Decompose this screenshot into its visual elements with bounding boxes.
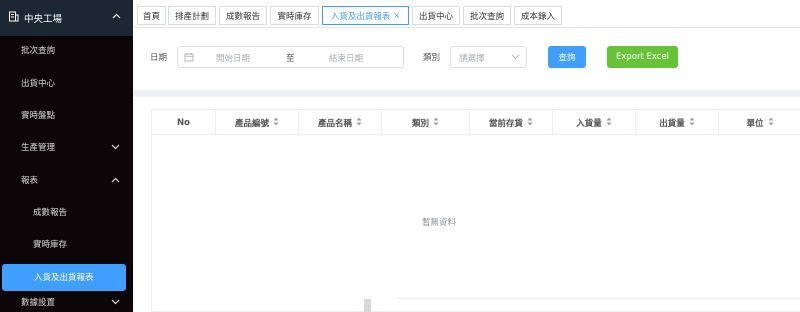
sidebar-item-label: 數據設置 xyxy=(21,298,56,308)
report-table: No 產品編號 產品名稱 類別 當前存貨 入貨量 出貨量 單位 暫無資料 xyxy=(151,109,800,312)
sidebar-item-label: 報表 xyxy=(21,176,39,186)
chevron-up-icon xyxy=(111,177,120,183)
category-placeholder: 請選擇 xyxy=(459,54,485,64)
start-date-input[interactable]: 開始日期 xyxy=(216,52,250,64)
tab-yield-report[interactable]: 成數報告 xyxy=(219,6,267,25)
category-select[interactable]: 請選擇 xyxy=(450,46,527,68)
column-label: 產品名稱 xyxy=(317,118,352,129)
tab-cost-entry[interactable]: 成本錄入 xyxy=(514,6,562,25)
column-label: 類別 xyxy=(411,118,429,129)
sidebar-item-label: 生產管理 xyxy=(21,143,56,153)
tabs-bar: 首頁 排產計劃 成數報告 實時庫存 入貨及出貨報表 × 出貨中心 批次查詢 成本… xyxy=(133,0,800,28)
app: 中央工場 批次查詢 出貨中心 實時盤點 生產管理 報表 成數報告 實時庫存 入貨… xyxy=(0,0,800,312)
chevron-down-icon xyxy=(111,299,120,305)
column-header-unit[interactable]: 單位 xyxy=(719,110,800,135)
column-header-category[interactable]: 類別 xyxy=(382,110,470,135)
column-header-current-stock[interactable]: 當前存貨 xyxy=(470,110,553,135)
category-label: 類別 xyxy=(423,53,441,63)
tab-in-out-report[interactable]: 入貨及出貨報表 × xyxy=(322,6,409,25)
tab-shipping-center[interactable]: 出貨中心 xyxy=(412,6,460,25)
tab-label: 實時庫存 xyxy=(277,11,312,22)
column-label: 出貨量 xyxy=(659,118,685,129)
sort-icon[interactable] xyxy=(606,117,612,129)
sidebar-item-label: 出貨中心 xyxy=(21,79,56,89)
sort-icon[interactable] xyxy=(689,117,695,129)
column-label: 產品編號 xyxy=(234,118,269,129)
tab-label: 入貨及出貨報表 xyxy=(330,11,391,22)
table-header: No 產品編號 產品名稱 類別 當前存貨 入貨量 出貨量 單位 xyxy=(152,110,800,135)
sidebar-item-yield-report[interactable]: 成數報告 xyxy=(0,196,133,228)
sidebar-item-shipping-center[interactable]: 出貨中心 xyxy=(0,67,133,99)
tab-realtime-inventory[interactable]: 實時庫存 xyxy=(270,6,319,25)
sidebar-item-data-settings[interactable]: 數據設置 xyxy=(0,291,133,312)
tab-home[interactable]: 首頁 xyxy=(137,6,166,25)
date-label: 日期 xyxy=(150,53,168,63)
column-label: 單位 xyxy=(746,118,764,129)
column-header-no: No xyxy=(152,110,216,135)
filter-bar: 日期 開始日期 至 結束日期 類別 請選擇 查詢 Export Excel xyxy=(133,28,800,90)
sidebar-item-in-out-report-label-row: 入貨及出貨報表 xyxy=(0,262,133,292)
sidebar: 中央工場 批次查詢 出貨中心 實時盤點 生產管理 報表 成數報告 實時庫存 入貨… xyxy=(0,0,133,312)
section-divider xyxy=(133,90,800,97)
empty-state-text: 暫無資料 xyxy=(422,218,457,228)
sort-icon[interactable] xyxy=(527,117,533,129)
query-button[interactable]: 查詢 xyxy=(548,46,586,68)
date-range-picker[interactable]: 開始日期 至 結束日期 xyxy=(177,46,404,68)
tab-label: 首頁 xyxy=(142,11,160,22)
sidebar-item-realtime-inventory[interactable]: 實時庫存 xyxy=(0,228,133,260)
column-label: 入貨量 xyxy=(576,118,602,129)
close-icon[interactable]: × xyxy=(393,11,400,20)
brand-title: 中央工場 xyxy=(24,14,63,25)
column-label: No xyxy=(177,117,190,128)
export-excel-button[interactable]: Export Excel xyxy=(607,46,678,68)
tab-label: 批次查詢 xyxy=(469,11,504,22)
sidebar-item-realtime-stocktake[interactable]: 實時盤點 xyxy=(0,99,133,131)
horizontal-scrollbar-thumb[interactable] xyxy=(364,299,371,312)
sidebar-header[interactable]: 中央工場 xyxy=(0,0,133,36)
sidebar-item-label: 實時盤點 xyxy=(21,111,56,121)
sidebar-item-batch-query[interactable]: 批次查詢 xyxy=(0,34,133,66)
chevron-down-icon xyxy=(511,54,520,60)
tab-production-plan[interactable]: 排產計劃 xyxy=(168,6,216,25)
sidebar-item-production-management[interactable]: 生產管理 xyxy=(0,131,133,163)
range-separator: 至 xyxy=(286,54,295,64)
tab-label: 排產計劃 xyxy=(174,11,209,22)
column-header-outgoing-qty[interactable]: 出貨量 xyxy=(636,110,719,135)
sort-icon[interactable] xyxy=(273,117,279,129)
scrollbar-track xyxy=(397,298,800,299)
chevron-down-icon xyxy=(111,144,120,150)
tab-batch-query[interactable]: 批次查詢 xyxy=(463,6,511,25)
sidebar-item-label: 批次查詢 xyxy=(21,46,56,56)
chevron-up-icon[interactable] xyxy=(112,13,121,19)
building-icon xyxy=(8,11,19,25)
sidebar-item-label: 成數報告 xyxy=(33,208,68,218)
column-header-product-name[interactable]: 產品名稱 xyxy=(299,110,382,135)
calendar-icon xyxy=(184,52,194,65)
sort-icon[interactable] xyxy=(768,117,774,129)
sidebar-item-reports[interactable]: 報表 xyxy=(0,164,133,196)
column-header-product-code[interactable]: 產品編號 xyxy=(216,110,299,135)
sort-icon[interactable] xyxy=(433,117,439,129)
sidebar-item-label: 入貨及出貨報表 xyxy=(34,273,94,283)
column-header-incoming-qty[interactable]: 入貨量 xyxy=(553,110,636,135)
column-label: 當前存貨 xyxy=(488,118,523,129)
tab-label: 成本錄入 xyxy=(520,11,555,22)
tab-label: 成數報告 xyxy=(225,11,260,22)
sidebar-item-label: 實時庫存 xyxy=(33,240,68,250)
sort-icon[interactable] xyxy=(356,117,362,129)
end-date-input[interactable]: 結束日期 xyxy=(329,52,363,64)
tab-label: 出貨中心 xyxy=(418,11,453,22)
